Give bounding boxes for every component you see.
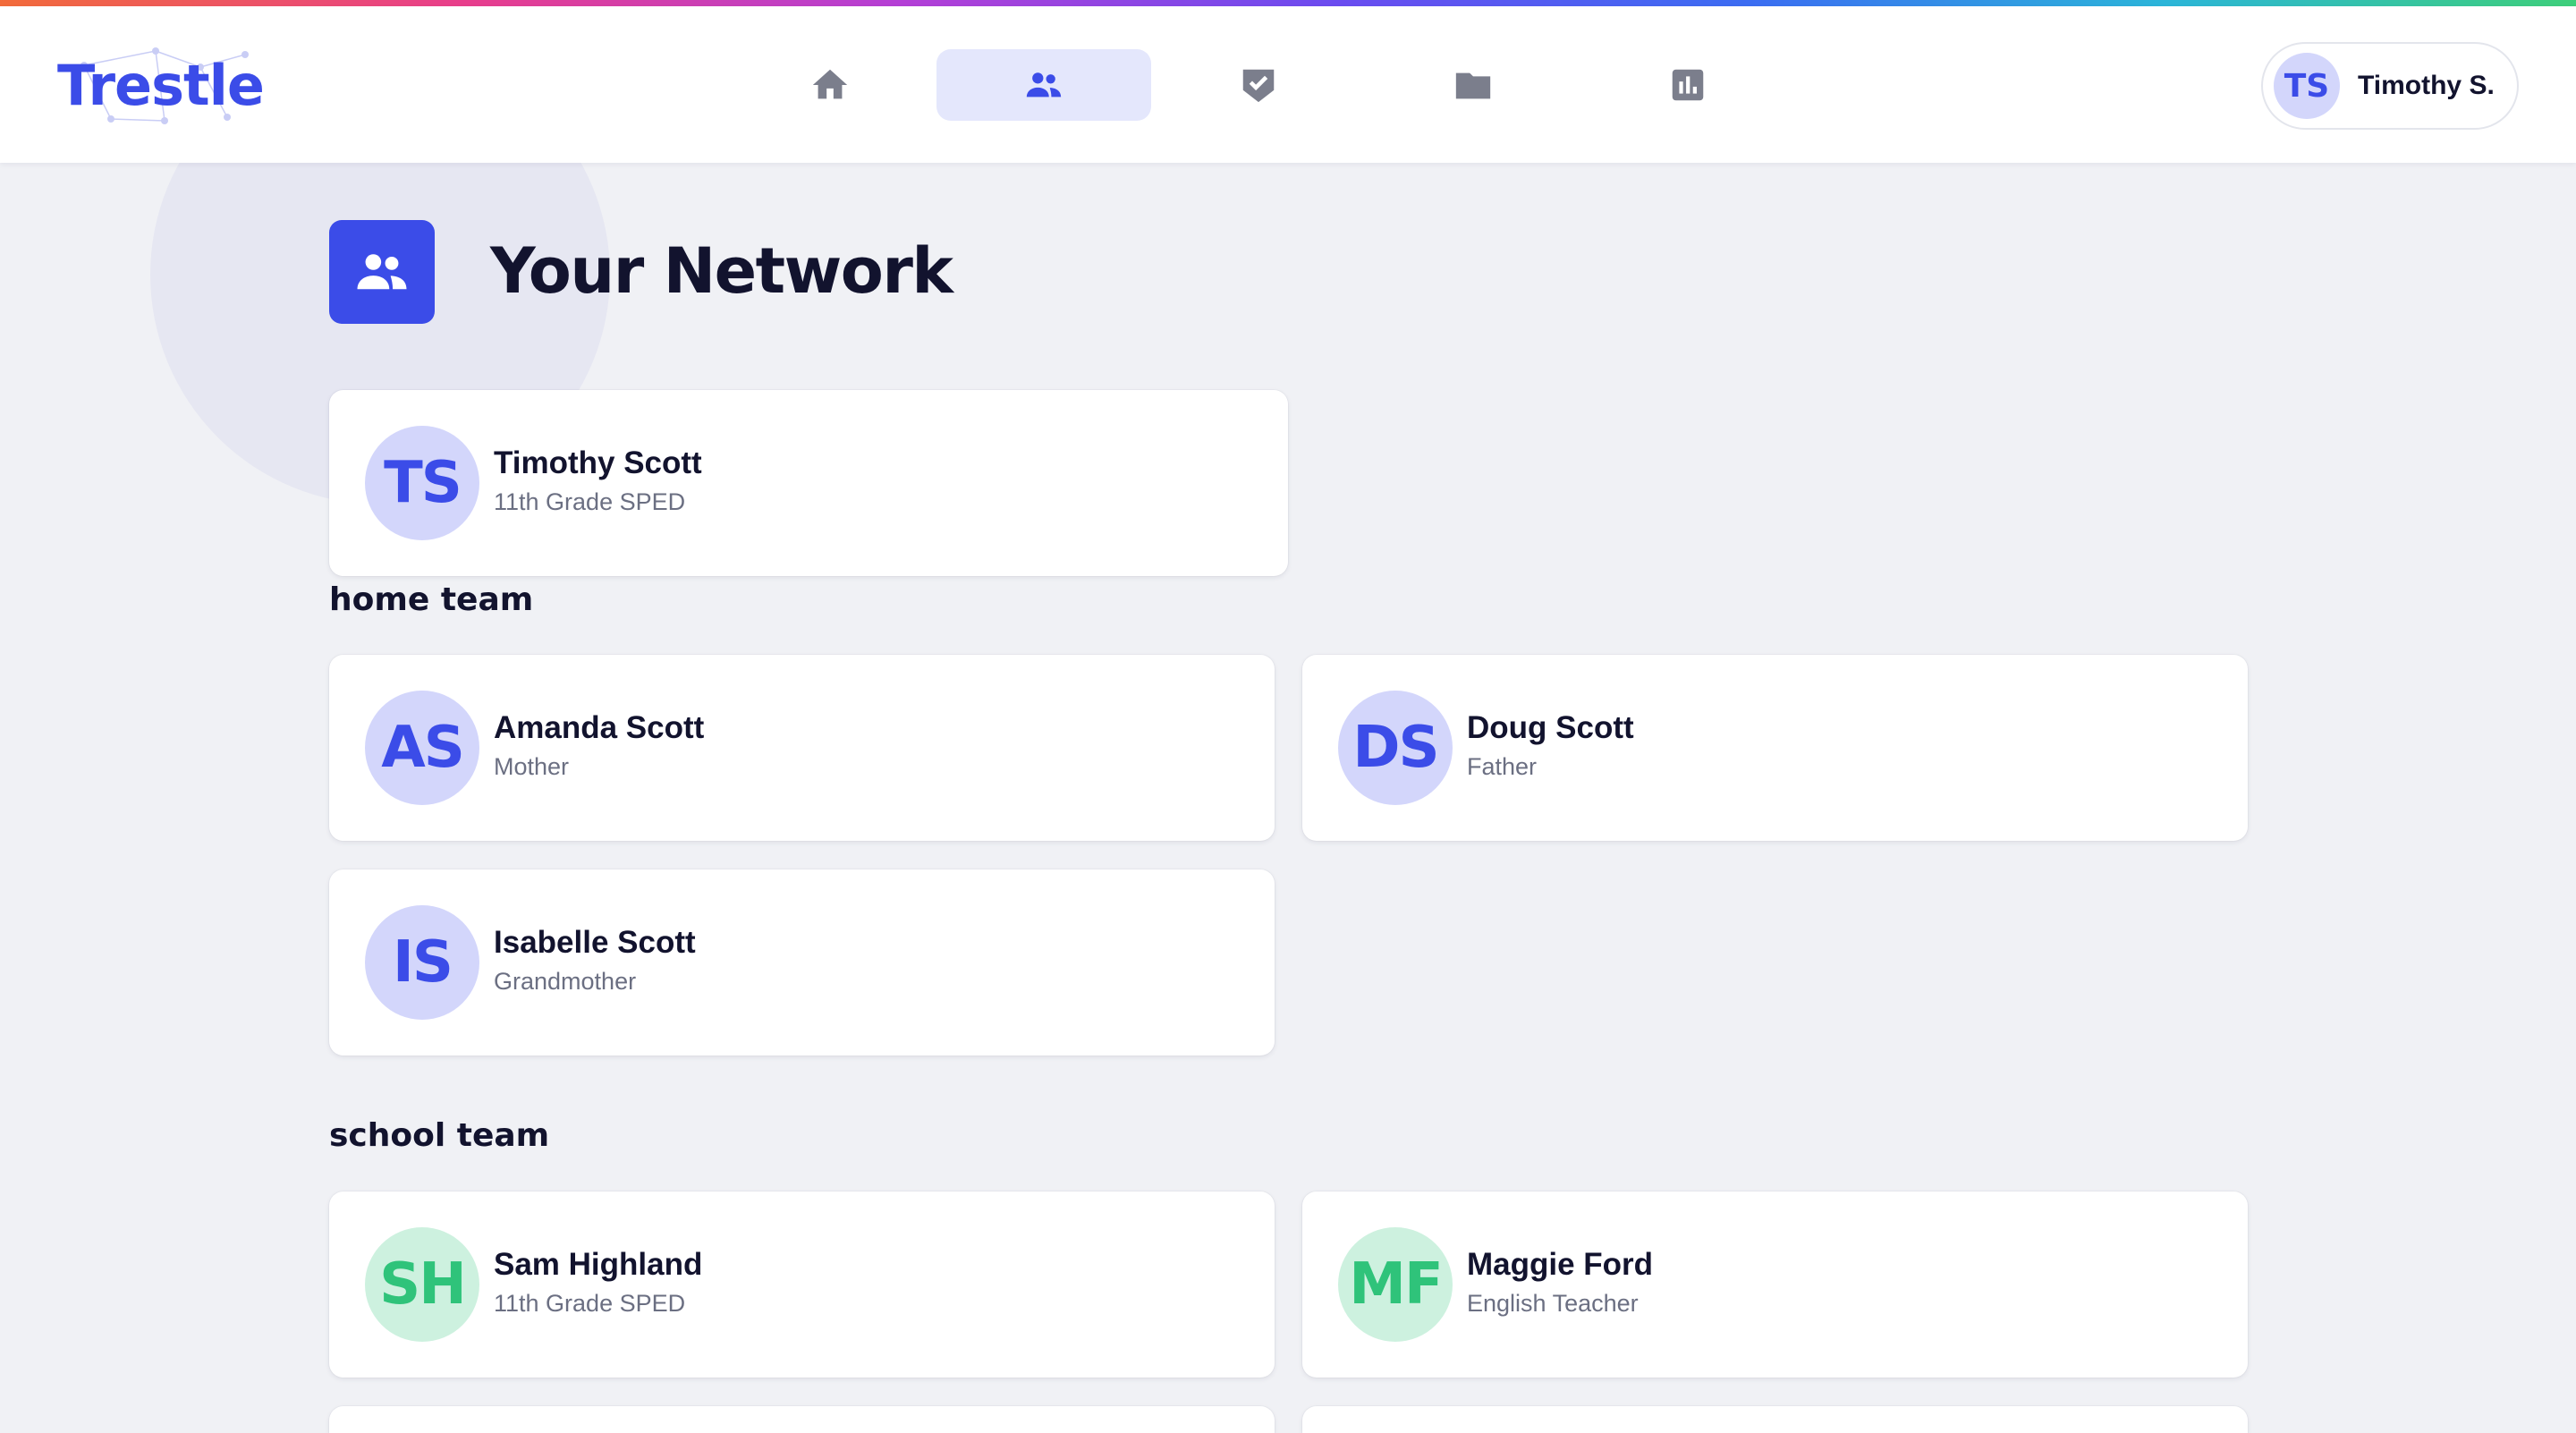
member-card-isabelle-scott[interactable]: IS Isabelle Scott Grandmother <box>329 869 1275 1056</box>
avatar: AS <box>365 691 479 805</box>
nav-reports[interactable] <box>1580 49 1795 121</box>
shield-check-icon <box>1242 69 1275 103</box>
page-icon <box>329 220 435 324</box>
page-title: Your Network <box>490 234 953 308</box>
profile-menu[interactable]: TS Timothy S. <box>2261 42 2519 130</box>
profile-name: Timothy S. <box>2358 71 2495 100</box>
logo-text: Trestle <box>57 53 265 118</box>
people-icon <box>1026 72 1062 98</box>
member-name: Isabelle Scott <box>494 925 696 960</box>
avatar: SH <box>365 1227 479 1342</box>
avatar: MF <box>1338 1227 1453 1342</box>
nav-files[interactable] <box>1366 49 1580 121</box>
member-role: Grandmother <box>494 968 637 995</box>
avatar: TS <box>365 426 479 540</box>
top-accent-bar <box>0 0 2576 6</box>
member-name: Maggie Ford <box>1467 1247 1654 1282</box>
trestle-logo[interactable]: Trestle <box>57 47 265 128</box>
member-card-maggie-ford[interactable]: MF Maggie Ford English Teacher <box>1302 1191 2248 1378</box>
top-navigation-bar: Trestle TS Timothy S. <box>0 6 2576 163</box>
member-card-sam-highland[interactable]: SH Sam Highland 11th Grade SPED <box>329 1191 1275 1378</box>
member-role: Mother <box>494 753 570 780</box>
member-card-partial[interactable] <box>1302 1406 2248 1433</box>
member-name: Sam Highland <box>494 1247 703 1282</box>
member-card-amanda-scott[interactable]: AS Amanda Scott Mother <box>329 655 1275 841</box>
nav-network[interactable] <box>936 49 1151 121</box>
home-icon <box>812 69 848 99</box>
member-name: Amanda Scott <box>494 710 705 745</box>
member-role: Father <box>1467 753 1538 780</box>
member-name: Doug Scott <box>1467 710 1634 745</box>
nav-home[interactable] <box>723 49 937 121</box>
member-role: 11th Grade SPED <box>494 1290 686 1317</box>
school-team-heading: school team <box>329 1117 550 1154</box>
home-team-heading: home team <box>329 581 534 618</box>
member-name: Timothy Scott <box>494 445 702 480</box>
avatar: TS <box>2274 53 2340 119</box>
bar-chart-icon <box>1672 69 1704 101</box>
member-card-doug-scott[interactable]: DS Doug Scott Father <box>1302 655 2248 841</box>
student-card[interactable]: TS Timothy Scott 11th Grade SPED <box>329 390 1288 576</box>
avatar: DS <box>1338 691 1453 805</box>
folder-icon <box>1455 72 1491 99</box>
member-card-partial[interactable] <box>329 1406 1275 1433</box>
avatar: IS <box>365 905 479 1020</box>
nav-tasks[interactable] <box>1151 49 1366 121</box>
member-role: English Teacher <box>1467 1290 1639 1317</box>
people-icon <box>357 254 407 290</box>
member-role: 11th Grade SPED <box>494 488 686 515</box>
